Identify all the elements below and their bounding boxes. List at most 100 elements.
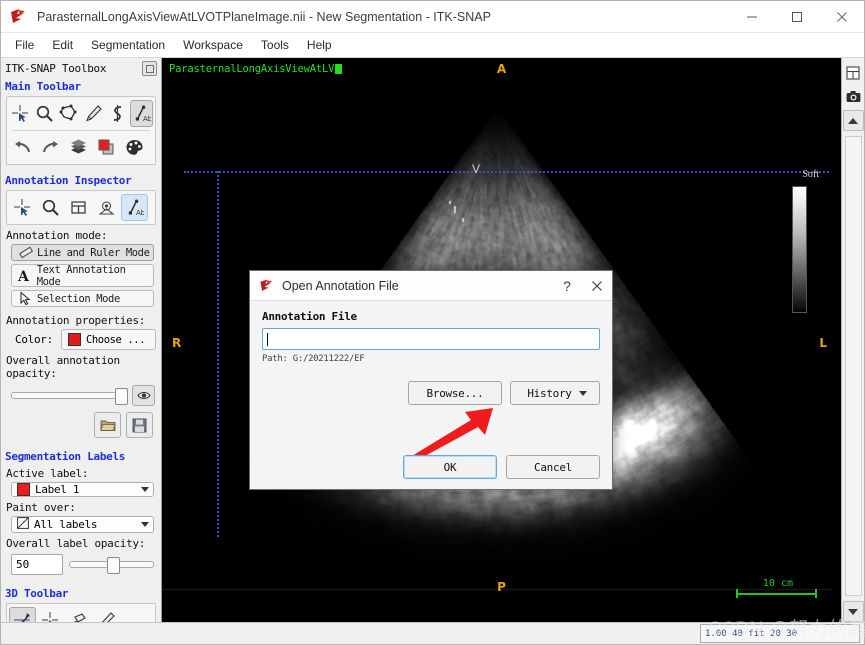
color-choose-button[interactable]: Choose ... [60,329,156,350]
label-opacity-row: 50 [1,552,161,575]
menu-edit[interactable]: Edit [44,35,81,55]
layers-icon[interactable] [65,134,92,161]
toolbar-divider [12,130,150,131]
undo-icon[interactable] [9,134,36,161]
annotation-mode-label: Annotation mode: [6,229,108,242]
toolbox-sidebar: ITK-SNAP Toolbox Main Toolbar A Annotati… [1,58,162,622]
crosshair-tab-icon[interactable] [9,194,36,221]
red-arrow-icon [407,408,493,462]
dialog-help-button[interactable]: ? [552,271,582,300]
dialog-browse-row: Browse... History [262,381,600,405]
folder-open-icon[interactable] [94,412,121,438]
maximize-button[interactable] [774,1,819,32]
active-label-combo[interactable]: Label 1 [11,482,154,497]
redo-icon[interactable] [37,134,64,161]
annotation-file-label: Annotation File [262,310,357,323]
floppy-save-icon[interactable] [126,412,153,438]
mesh-tab-icon[interactable] [93,194,120,221]
orientation-right: R [172,336,182,350]
svg-text:A: A [17,269,30,283]
dialog-path-hint: Path: G:/20211222/EF [262,354,365,364]
annotation-tab-icon[interactable]: Ab [121,194,148,221]
3d-spray-icon[interactable] [65,607,92,622]
itk-snap-window: ParasternalLongAxisViewAtLVOTPlaneImage.… [0,0,865,645]
menu-file[interactable]: File [7,35,42,55]
itk-snap-logo-icon-dialog [258,277,276,295]
browse-button[interactable]: Browse... [408,381,502,405]
mode-selection[interactable]: Selection Mode [11,290,154,307]
3d-scalpel-icon[interactable] [9,607,36,622]
label-opacity-input[interactable]: 50 [11,554,63,575]
active-label-caption: Active label: [6,467,89,480]
menu-workspace[interactable]: Workspace [175,35,251,55]
annotation-opacity-slider[interactable] [11,388,128,405]
dialog-close-button[interactable] [582,271,612,300]
menu-segmentation[interactable]: Segmentation [83,35,173,55]
3d-crosshair-icon[interactable] [37,607,64,622]
annotation-file-input[interactable] [262,328,600,350]
annotation-opacity-knob[interactable] [115,388,128,405]
history-button[interactable]: History [510,381,600,405]
zoom-tab-icon[interactable] [37,194,64,221]
toolbar-3d-group [6,603,156,622]
annotation-opacity-row [1,382,161,406]
annotation-color-row: Color: Choose ... [1,329,161,350]
ok-button[interactable]: OK [403,455,497,479]
crosshair-vertical[interactable] [217,171,219,537]
toolbar-3d-row [9,607,153,622]
camera-snapshot-icon[interactable] [843,86,864,107]
polygon-tool-icon[interactable] [57,100,80,127]
close-button[interactable] [819,1,864,32]
vessel-marker-v: V [472,162,481,176]
snake-tool-icon[interactable] [106,100,129,127]
minimize-button[interactable] [729,1,774,32]
cancel-button[interactable]: Cancel [506,455,600,479]
paint-over-combo[interactable]: All labels [11,516,154,533]
scroll-up-icon[interactable] [842,110,864,131]
annotation-tool-icon[interactable]: Ab [129,100,154,127]
title-bar: ParasternalLongAxisViewAtLVOTPlaneImage.… [1,1,864,33]
main-toolbar-row-2 [9,134,153,161]
palette-icon[interactable] [121,134,148,161]
scale-bar-label: 10 cm [762,578,793,589]
menu-bar: File Edit Segmentation Workspace Tools H… [1,33,864,58]
undock-icon[interactable] [142,61,157,76]
viewport-vertical-scrollbar[interactable] [844,136,862,596]
grid-tab-icon[interactable] [65,194,92,221]
label-opacity-knob[interactable] [106,557,120,574]
mode-line-and-ruler-label: Line and Ruler Mode [37,246,150,259]
scale-bar-tick-left [736,589,738,598]
crosshair-tool-icon[interactable] [9,100,32,127]
orientation-left: L [819,336,827,350]
dialog-body: Annotation File Path: G:/20211222/EF Bro… [250,301,612,489]
annotation-file-buttons [1,406,161,443]
label-color-icon[interactable] [93,134,120,161]
open-annotation-file-dialog[interactable]: Open Annotation File ? Annotation File P… [249,270,613,490]
main-body: ITK-SNAP Toolbox Main Toolbar A Annotati… [1,58,864,622]
annotation-inspector-tabs: Ab [6,190,156,225]
paintbrush-tool-icon[interactable] [82,100,105,127]
zoom-pan-tool-icon[interactable] [33,100,56,127]
cursor-arrow-icon [17,291,33,306]
active-label-value: Label 1 [35,483,80,496]
toolbox-panel-title: ITK-SNAP Toolbox [1,58,161,78]
mode-text-annotation-label: Text Annotation Mode [36,263,126,288]
layout-grid-icon[interactable] [843,62,864,83]
eye-visibility-icon[interactable] [132,385,155,406]
menu-help[interactable]: Help [299,35,340,55]
intensity-colorbar[interactable] [792,186,807,313]
annotation-overlay-text: ParasternalLongAxisViewAtLV [169,63,343,75]
scroll-down-icon[interactable] [842,601,864,622]
3d-knife-icon[interactable] [93,607,120,622]
history-button-label: History [527,386,572,400]
chevron-down-icon-2 [141,522,149,527]
label-opacity-slider[interactable] [69,557,154,574]
window-title: ParasternalLongAxisViewAtLVOTPlaneImage.… [37,9,491,24]
annotation-properties-label: Annotation properties: [6,314,146,327]
mode-text-annotation[interactable]: A Text Annotation Mode [11,263,154,288]
mode-line-and-ruler[interactable]: Line and Ruler Mode [11,244,154,261]
crosshair-horizontal[interactable] [184,171,829,173]
label-opacity-caption: Overall label opacity: [6,537,146,550]
annotation-color-swatch [67,333,81,346]
menu-tools[interactable]: Tools [253,35,297,55]
